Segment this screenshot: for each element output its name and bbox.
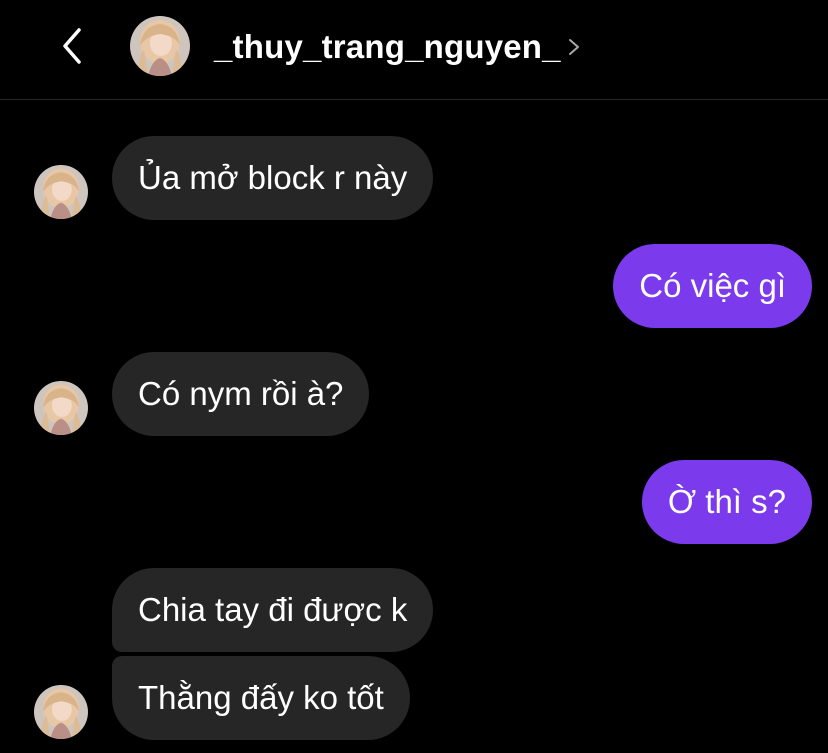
sender-avatar[interactable] — [34, 685, 88, 739]
contact-username[interactable]: _thuy_trang_nguyen_ — [214, 25, 561, 69]
incoming-message-bubble[interactable]: Chia tay đi được k — [112, 568, 434, 652]
back-button[interactable] — [50, 24, 94, 68]
chat-header: _thuy_trang_nguyen_ — [0, 0, 828, 100]
sender-avatar[interactable] — [34, 165, 88, 219]
sender-avatar[interactable] — [34, 381, 88, 435]
incoming-message-bubble[interactable]: Có nym rồi à? — [112, 352, 370, 436]
outgoing-message-bubble[interactable]: Có việc gì — [613, 244, 812, 328]
incoming-message-bubble[interactable]: Thằng đấy ko tốt — [112, 656, 410, 740]
incoming-message-bubble[interactable]: Ủa mở block r này — [112, 136, 434, 220]
outgoing-message-bubble[interactable]: Ờ thì s? — [641, 460, 812, 544]
chevron-left-icon — [63, 28, 81, 64]
header-avatar[interactable] — [130, 16, 190, 76]
chevron-right-icon[interactable] — [566, 36, 582, 58]
